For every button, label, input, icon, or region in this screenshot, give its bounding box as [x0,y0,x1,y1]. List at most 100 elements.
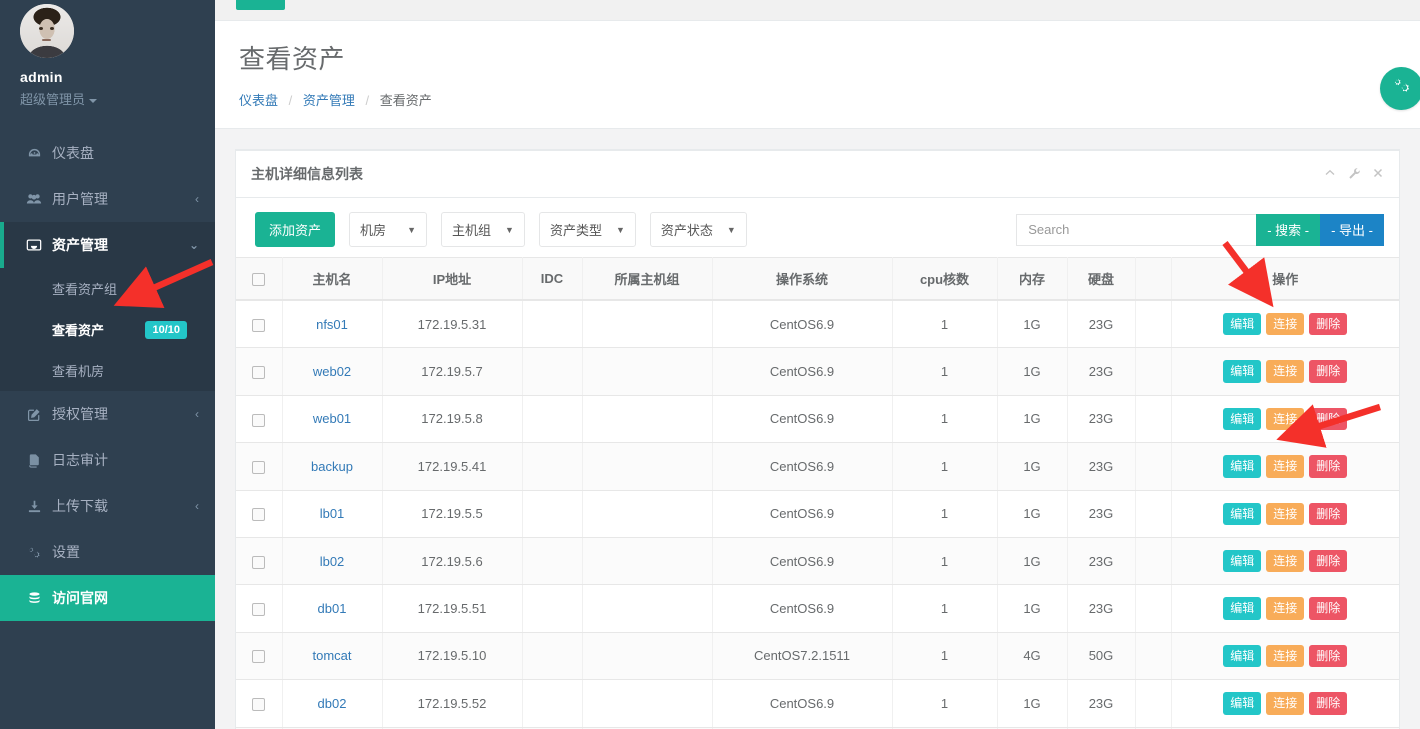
filter-idc[interactable]: 机房 ▼ [349,212,428,247]
cell-disk: 23G [1067,347,1136,396]
table-body: nfs01 172.19.5.31 CentOS6.9 1 1G 23G 编辑 连接 删除 web… [236,299,1399,729]
hostname-link[interactable]: web01 [313,411,351,426]
wrench-icon[interactable] [1348,167,1360,182]
delete-button[interactable]: 删除 [1309,455,1348,478]
settings-fab-button[interactable] [1380,67,1420,110]
row-select-cell [236,536,283,586]
cell-disk: 23G [1067,679,1136,728]
cell-os: CentOS7.2.1511 [712,631,893,681]
row-checkbox[interactable] [252,460,266,474]
cell-actions: 编辑连接删除 [1171,536,1399,586]
sidebar-item-official-site[interactable]: 访问官网 [0,575,215,621]
cell-spacer [1135,584,1172,633]
edit-button[interactable]: 编辑 [1223,360,1262,383]
edit-button[interactable]: 编辑 [1223,597,1262,620]
search-input[interactable] [1016,213,1257,246]
delete-button[interactable]: 删除 [1309,407,1348,431]
hostname-link[interactable]: lb02 [320,554,345,569]
filter-label: 资产状态 [660,223,713,238]
connect-button[interactable]: 连接 [1266,313,1305,336]
chevron-down-icon [89,98,98,103]
select-all-checkbox[interactable] [252,273,266,287]
content-area: 查看资产 仪表盘 / 资产管理 / 查看资产 主机详细信息列表 添加资产 机房 … [215,0,1420,729]
filter-label: 资产类型 [549,223,602,238]
row-checkbox[interactable] [252,413,266,427]
filter-asset-status[interactable]: 资产状态 ▼ [649,212,747,247]
row-checkbox[interactable] [252,366,266,380]
delete-button[interactable]: 删除 [1309,692,1348,715]
connect-button[interactable]: 连接 [1266,597,1305,620]
connect-button[interactable]: 连接 [1266,407,1305,431]
sidebar-item-authorization[interactable]: 授权管理 ‹ [0,391,215,437]
delete-button[interactable]: 删除 [1309,549,1348,573]
sidebar-item-view-asset-group[interactable]: 查看资产组 [0,268,215,309]
edit-button[interactable]: 编辑 [1223,549,1262,573]
hostname-link[interactable]: nfs01 [316,317,348,332]
connect-button[interactable]: 连接 [1266,692,1305,715]
delete-button[interactable]: 删除 [1309,597,1348,620]
sidebar-item-label: 授权管理 [52,406,108,422]
filter-host-group[interactable]: 主机组 ▼ [441,212,525,247]
column-os: 操作系统 [712,257,893,301]
breadcrumb-item-dashboard[interactable]: 仪表盘 [239,93,278,108]
connect-button[interactable]: 连接 [1266,360,1305,383]
host-list-panel: 主机详细信息列表 添加资产 机房 ▼ 主机组 ▼ 资产类型 ▼ 资产状态 ▼ S… [235,149,1400,729]
user-role[interactable]: 超级管理员 [20,89,215,108]
row-checkbox[interactable] [252,697,266,711]
table-row: db01 172.19.5.51 CentOS6.9 1 1G 23G 编辑 连接 删除 [236,584,1399,633]
hostname-link[interactable]: lb01 [320,506,345,521]
cell-host-group [582,347,713,396]
export-button[interactable]: - 导出 - [1320,213,1384,246]
cell-host-group [582,394,713,444]
hostname-link[interactable]: db01 [318,601,347,616]
sidebar-item-settings[interactable]: 设置 [0,529,215,575]
row-checkbox[interactable] [252,555,266,569]
hostname-link[interactable]: web02 [313,364,351,379]
chevron-up-icon[interactable] [1324,167,1336,182]
connect-button[interactable]: 连接 [1266,502,1305,525]
delete-button[interactable]: 删除 [1309,360,1348,383]
sidebar-item-log-audit[interactable]: 日志审计 [0,437,215,483]
cell-host-group [582,536,713,586]
search-button[interactable]: - 搜索 - [1256,213,1321,246]
row-checkbox[interactable] [252,318,266,332]
cell-os: CentOS6.9 [712,679,893,728]
sidebar-item-view-idc[interactable]: 查看机房 [0,350,215,391]
connect-button[interactable]: 连接 [1266,455,1305,478]
filter-asset-type[interactable]: 资产类型 ▼ [538,212,636,247]
connect-button[interactable]: 连接 [1266,549,1305,573]
hostname-link[interactable]: backup [311,459,353,474]
sidebar-item-asset-management[interactable]: 资产管理 ⌄ [0,222,215,268]
table-row: web02 172.19.5.7 CentOS6.9 1 1G 23G 编辑 连接 删除 [236,347,1399,396]
cell-ip: 172.19.5.41 [382,442,523,491]
edit-button[interactable]: 编辑 [1223,692,1262,715]
chevron-down-icon: ⌄ [188,238,199,252]
sidebar-item-upload-download[interactable]: 上传下载 ‹ [0,483,215,529]
row-checkbox[interactable] [252,603,266,617]
delete-button[interactable]: 删除 [1309,644,1348,668]
row-checkbox[interactable] [252,650,266,664]
delete-button[interactable]: 删除 [1309,502,1348,525]
edit-button[interactable]: 编辑 [1223,644,1262,668]
sidebar-item-view-asset[interactable]: 查看资产 10/10 [0,309,215,350]
sidebar-item-dashboard[interactable]: 仪表盘 [0,130,215,176]
copy-icon [24,453,44,468]
sidebar-nav: 仪表盘 用户管理 ‹ 资产管理 ⌄ 查看资产组 查看资产 10/10 查看机房 … [0,130,215,621]
edit-button[interactable]: 编辑 [1223,407,1262,431]
avatar[interactable] [20,4,74,58]
active-tab-indicator[interactable] [236,0,285,10]
edit-button[interactable]: 编辑 [1223,313,1262,336]
connect-button[interactable]: 连接 [1266,644,1305,668]
sidebar-item-user-management[interactable]: 用户管理 ‹ [0,176,215,222]
delete-button[interactable]: 删除 [1309,313,1348,336]
edit-button[interactable]: 编辑 [1223,455,1262,478]
breadcrumb-item-asset-management[interactable]: 资产管理 [303,93,355,108]
add-asset-button[interactable]: 添加资产 [255,212,336,247]
close-icon[interactable] [1372,167,1384,182]
edit-button[interactable]: 编辑 [1223,502,1262,525]
cell-spacer [1135,347,1172,396]
hostname-link[interactable]: tomcat [312,648,351,663]
table-row: tomcat 172.19.5.10 CentOS7.2.1511 1 4G 50G 编辑连… [236,631,1399,681]
row-checkbox[interactable] [252,508,266,522]
hostname-link[interactable]: db02 [318,696,347,711]
